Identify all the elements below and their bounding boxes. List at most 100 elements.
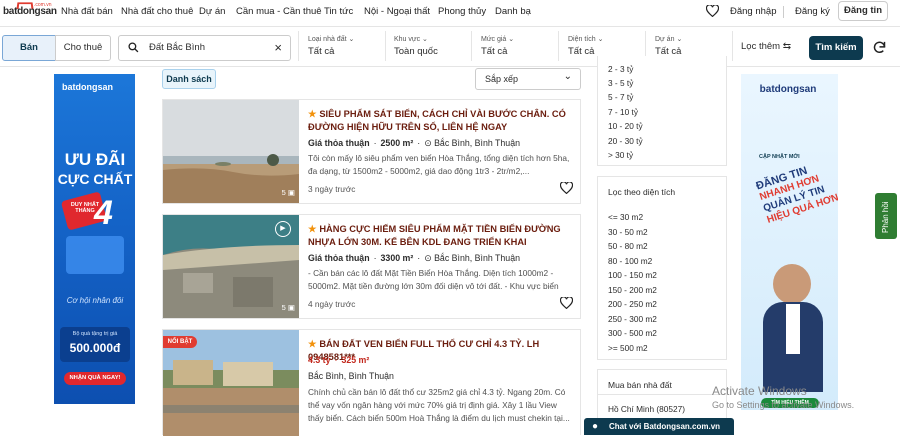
save-heart-icon[interactable] — [560, 297, 573, 309]
listing-description: Chính chủ cần bán lô đất thổ cư 325m2 gi… — [308, 387, 570, 423]
area-filter-item[interactable]: <= 30 m2 — [608, 212, 643, 222]
filter-divider — [732, 31, 733, 61]
register-link[interactable]: Đăng ký — [795, 6, 830, 17]
area-filter-title: Lọc theo diện tích — [608, 187, 676, 197]
listing-card[interactable]: 5 ▣ ★ SIÊU PHẨM SÁT BIỂN, CÁCH CHỈ VÀI BƯ… — [162, 99, 581, 204]
listing-card[interactable]: NỔI BẬT ★ BÁN ĐẤT VEN BIỂN FULL THỔ CƯ CH… — [162, 329, 581, 436]
chat-button[interactable]: ● Chat với Batdongsan.com.vn — [584, 418, 734, 435]
filter-price[interactable]: Mức giá ⌄ Tất cả — [481, 35, 514, 57]
video-play-icon[interactable]: ▶ — [275, 221, 291, 237]
area-filter-item[interactable]: 30 - 50 m2 — [608, 227, 648, 237]
price-filter-item[interactable]: 20 - 30 tỷ — [608, 136, 643, 146]
search-icon — [128, 42, 139, 53]
area-filter-item[interactable]: 150 - 200 m2 — [608, 285, 657, 295]
price-filter-item[interactable]: 10 - 20 tỷ — [608, 121, 643, 131]
login-link[interactable]: Đăng nhập — [730, 6, 776, 17]
post-listing-button[interactable]: Đăng tin — [838, 1, 888, 21]
beach-landscape-image — [163, 100, 299, 203]
filter-region[interactable]: Khu vực ⌄ Toàn quốc — [394, 35, 438, 57]
filter-divider — [558, 31, 559, 61]
top-navigation: .com.vn batdongsan Nhà đất bán Nhà đất c… — [0, 0, 900, 26]
save-heart-icon[interactable] — [560, 182, 573, 194]
listing-title[interactable]: ★ HÀNG CỰC HIẾM SIÊU PHẨM MẶT TIỀN BIỂN Đ… — [308, 223, 570, 249]
nav-item-phong-thuy[interactable]: Phong thủy — [438, 6, 486, 17]
listing-meta: Giá thỏa thuận · 2500 m² · ⊙ Bắc Bình, Bình … — [308, 138, 520, 148]
nav-item-noi-ngoai-that[interactable]: Nội - Ngoại thất — [364, 6, 430, 17]
header-divider — [783, 6, 784, 18]
left-banner-ad[interactable]: batdongsan ƯU ĐÃI CỰC CHẤT DUY NHẤT THÁN… — [54, 74, 135, 404]
listing-title[interactable]: ★ SIÊU PHẨM SÁT BIỂN, CÁCH CHỈ VÀI BƯỚC C… — [308, 108, 570, 134]
nav-item-du-an[interactable]: Dự án — [199, 6, 225, 17]
price-filter-item[interactable]: > 30 tỷ — [608, 150, 633, 160]
nav-item-nha-dat-cho-thue[interactable]: Nhà đất cho thuê — [121, 6, 193, 17]
star-icon: ★ — [308, 109, 317, 119]
image-count: 5 ▣ — [281, 303, 295, 312]
listing-location: Bắc Bình, Bình Thuận — [308, 371, 394, 381]
reset-refresh-icon[interactable] — [872, 40, 887, 55]
search-query-text: Đất Bắc Bình — [149, 42, 205, 53]
right-banner-ad[interactable]: batdongsan CẬP NHẬT MỚI ĐĂNG TIN NHANH H… — [741, 74, 838, 410]
nav-item-tin-tuc[interactable]: Tin tức — [324, 6, 353, 17]
filter-divider — [385, 31, 386, 61]
pin-icon: ⊙ — [424, 138, 432, 148]
price-filter-item[interactable]: 7 - 10 tỷ — [608, 107, 638, 117]
search-button[interactable]: Tìm kiếm — [809, 36, 863, 60]
listing-time: 3 ngày trước — [308, 184, 356, 194]
gift-box: Bộ quà tặng trị giá 500.000đ — [60, 327, 130, 362]
gift-box-shape — [66, 236, 124, 274]
nav-item-can-mua-can-thue[interactable]: Cần mua - Cần thuê — [236, 6, 322, 17]
ad-logo: batdongsan — [759, 84, 817, 95]
chevron-down-icon: ⌄ — [348, 36, 355, 43]
view-list-toggle[interactable]: Danh sách — [162, 69, 216, 89]
chevron-down-icon: ⌄ — [563, 71, 572, 82]
nav-item-danh-ba[interactable]: Danh bạ — [495, 6, 531, 17]
search-input[interactable]: Đất Bắc Bình × — [118, 35, 291, 61]
star-icon: ★ — [308, 339, 317, 349]
filter-project[interactable]: Dự án ⌄ Tất cả — [655, 35, 682, 57]
search-bar: Bán Cho thuê Đất Bắc Bình × Loại nhà đất… — [0, 26, 900, 67]
price-filter-item[interactable]: 3 - 5 tỷ — [608, 78, 633, 88]
pin-icon: ⊙ — [424, 253, 432, 263]
area-filter-item[interactable]: 200 - 250 m2 — [608, 299, 657, 309]
star-icon: ★ — [308, 224, 317, 234]
price-filter-item[interactable]: 5 - 7 tỷ — [608, 92, 633, 102]
listing-photo[interactable]: 5 ▣ — [163, 100, 299, 203]
image-count: 5 ▣ — [281, 188, 295, 197]
tab-rent[interactable]: Cho thuê — [55, 35, 111, 61]
listing-photo[interactable]: NỔI BẬT — [163, 330, 299, 436]
ad-logo: batdongsan — [62, 82, 113, 92]
more-filters-button[interactable]: Lọc thêm ⇆ — [741, 41, 791, 52]
feedback-tab[interactable]: Phản hồi — [875, 193, 897, 239]
favorite-heart-icon[interactable] — [706, 5, 719, 17]
area-filter-item[interactable]: 80 - 100 m2 — [608, 256, 652, 266]
sort-dropdown[interactable]: Sắp xếp ⌄ — [475, 68, 581, 90]
person-shirt — [786, 304, 800, 354]
filter-area[interactable]: Diện tích ⌄ Tất cả — [568, 35, 603, 57]
batdongsan-logo[interactable]: .com.vn batdongsan — [3, 2, 57, 22]
area-filter-item[interactable]: 300 - 500 m2 — [608, 328, 657, 338]
featured-badge: NỔI BẬT — [163, 336, 197, 348]
tab-sell[interactable]: Bán — [2, 35, 56, 61]
price-filter-item[interactable]: 2 - 3 tỷ — [608, 64, 633, 74]
area-filter-item[interactable]: 100 - 150 m2 — [608, 270, 657, 280]
chevron-down-icon: ⌄ — [508, 36, 515, 43]
area-filter-item[interactable]: 50 - 80 m2 — [608, 241, 648, 251]
divider — [598, 394, 726, 395]
listing-photo[interactable]: ▶ 5 ▣ — [163, 215, 299, 318]
city-link[interactable]: Hồ Chí Minh (80527) — [608, 404, 685, 414]
price-filter-box: 2 - 3 tỷ 3 - 5 tỷ 5 - 7 tỷ 7 - 10 tỷ 10 … — [597, 56, 727, 166]
filter-divider — [298, 31, 299, 61]
person-head — [773, 264, 811, 304]
area-filter-box: Lọc theo diện tích <= 30 m2 30 - 50 m2 5… — [597, 176, 727, 360]
clear-icon[interactable]: × — [274, 36, 282, 59]
listing-card[interactable]: ▶ 5 ▣ ★ HÀNG CỰC HIẾM SIÊU PHẨM MẶT TIỀN … — [162, 214, 581, 319]
chat-bubble-icon: ● — [592, 421, 599, 432]
windows-watermark-title: Activate Windows — [712, 384, 807, 398]
ad-cta-button[interactable]: NHẬN QUÀ NGAY! — [64, 372, 126, 385]
listing-meta: 4.3 tỷ · 325 m² — [308, 355, 370, 365]
area-filter-item[interactable]: >= 500 m2 — [608, 343, 648, 353]
filter-property-type[interactable]: Loại nhà đất ⌄ Tất cả — [308, 35, 354, 57]
area-filter-item[interactable]: 250 - 300 m2 — [608, 314, 657, 324]
nav-item-nha-dat-ban[interactable]: Nhà đất bán — [61, 6, 113, 17]
chevron-down-icon: ⌄ — [422, 36, 428, 43]
